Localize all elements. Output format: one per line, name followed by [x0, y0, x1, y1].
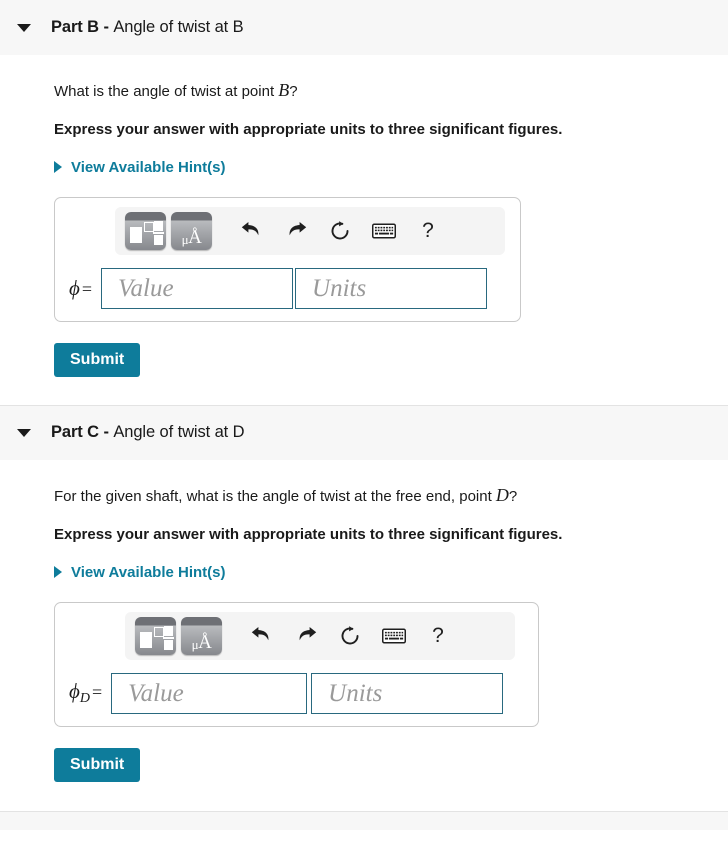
undo-icon[interactable]: [239, 216, 265, 246]
question-text-c: For the given shaft, what is the angle o…: [54, 460, 728, 507]
question-suffix: ?: [508, 487, 518, 505]
answer-symbol-label-b: ϕ =: [67, 276, 101, 301]
value-placeholder: Value: [118, 274, 174, 302]
template-box-top-right: [164, 625, 173, 636]
units-micro-angstrom-icon[interactable]: μÅ: [181, 616, 222, 655]
part-subtitle: Angle of twist at D: [113, 423, 245, 442]
spacer-after-part-b: [54, 377, 728, 405]
answer-symbol-label-c: ϕD =: [67, 679, 111, 707]
undo-icon[interactable]: [249, 621, 275, 651]
part-section-b: Part B - Angle of twist at B What is the…: [0, 0, 728, 405]
question-suffix: ?: [289, 83, 298, 100]
instruction-text-b: Express your answer with appropriate uni…: [54, 121, 563, 139]
units-icon-angstrom: Å: [188, 226, 202, 248]
view-hints-link-b[interactable]: View Available Hint(s): [54, 140, 226, 176]
question-prefix: For the given shaft, what is the angle o…: [54, 487, 496, 505]
chevron-right-icon: [54, 566, 62, 579]
question-prefix: What is the angle of twist at point: [54, 83, 279, 100]
answer-field-row-c: ϕD = Value Units: [67, 672, 526, 714]
template-box-small: [154, 626, 164, 637]
reset-icon[interactable]: [327, 216, 353, 246]
answer-box-c: μÅ ? ϕD = Value Units: [54, 601, 539, 727]
part-header-b[interactable]: Part B - Angle of twist at B: [0, 0, 728, 55]
answer-field-row-b: ϕ = Value Units: [67, 267, 508, 309]
template-box-bottom-right: [164, 639, 173, 650]
template-box-top-right: [154, 220, 163, 231]
units-icon-label: μÅ: [181, 633, 222, 654]
view-hints-label: View Available Hint(s): [71, 563, 226, 581]
help-icon[interactable]: ?: [425, 621, 451, 651]
math-template-icon[interactable]: [135, 616, 176, 655]
submit-button-b[interactable]: Submit: [54, 342, 141, 377]
phi-symbol: ϕ: [69, 275, 80, 300]
part-body-b: What is the angle of twist at point B? E…: [0, 55, 728, 405]
value-input-c[interactable]: Value: [111, 672, 308, 714]
redo-icon[interactable]: [283, 216, 309, 246]
template-box-small: [144, 221, 154, 232]
part-label: Part C: [51, 423, 99, 442]
phi-symbol: ϕ: [69, 679, 80, 704]
units-icon-angstrom: Å: [198, 631, 212, 653]
math-toolbar-c: μÅ ?: [125, 611, 515, 660]
question-variable: B: [278, 80, 290, 100]
help-question-mark: ?: [432, 624, 444, 648]
submit-button-c[interactable]: Submit: [54, 747, 141, 782]
help-icon[interactable]: ?: [415, 216, 441, 246]
redo-icon[interactable]: [293, 621, 319, 651]
keyboard-icon[interactable]: [381, 621, 407, 651]
part-title-dash: -: [99, 18, 114, 36]
spacer-after-part-c: [54, 782, 728, 811]
part-subtitle: Angle of twist at B: [113, 18, 244, 36]
template-box-left: [130, 226, 142, 243]
reset-icon[interactable]: [337, 621, 363, 651]
instruction-text-c: Express your answer with appropriate uni…: [54, 526, 563, 544]
collapse-triangle-down-icon[interactable]: [17, 23, 31, 32]
template-box-left: [140, 631, 152, 648]
view-hints-label: View Available Hint(s): [71, 158, 226, 176]
value-input-b[interactable]: Value: [101, 267, 294, 309]
math-template-icon[interactable]: [125, 211, 166, 250]
phi-subscript: D: [79, 691, 90, 707]
units-input-b[interactable]: Units: [295, 267, 488, 309]
equals-sign: =: [92, 682, 103, 703]
question-variable: D: [495, 484, 509, 505]
equals-sign: =: [81, 278, 93, 299]
part-section-c: Part C - Angle of twist at D For the giv…: [0, 404, 728, 830]
bottom-section-divider: [0, 810, 728, 830]
part-body-c: For the given shaft, what is the angle o…: [0, 460, 728, 811]
part-header-c[interactable]: Part C - Angle of twist at D: [0, 404, 728, 460]
units-placeholder: Units: [328, 679, 383, 707]
value-placeholder: Value: [128, 679, 184, 707]
part-title-dash: -: [99, 423, 114, 442]
question-text-b: What is the angle of twist at point B?: [54, 55, 728, 102]
assignment-page: Part B - Angle of twist at B What is the…: [0, 0, 728, 830]
math-toolbar-b: μÅ ?: [115, 206, 505, 255]
answer-box-b: μÅ ? ϕ = Value Units: [54, 196, 521, 322]
part-title-b: Part B - Angle of twist at B: [51, 18, 244, 37]
collapse-triangle-down-icon[interactable]: [17, 428, 31, 437]
part-label: Part B: [51, 18, 99, 36]
units-micro-angstrom-icon[interactable]: μÅ: [171, 211, 212, 250]
help-question-mark: ?: [422, 219, 434, 243]
units-placeholder: Units: [312, 274, 367, 302]
units-input-c[interactable]: Units: [311, 672, 504, 714]
chevron-right-icon: [54, 161, 62, 174]
units-icon-label: μÅ: [171, 228, 212, 249]
part-title-c: Part C - Angle of twist at D: [51, 423, 245, 442]
view-hints-link-c[interactable]: View Available Hint(s): [54, 545, 226, 581]
keyboard-icon[interactable]: [371, 216, 397, 246]
template-box-bottom-right: [154, 234, 163, 245]
